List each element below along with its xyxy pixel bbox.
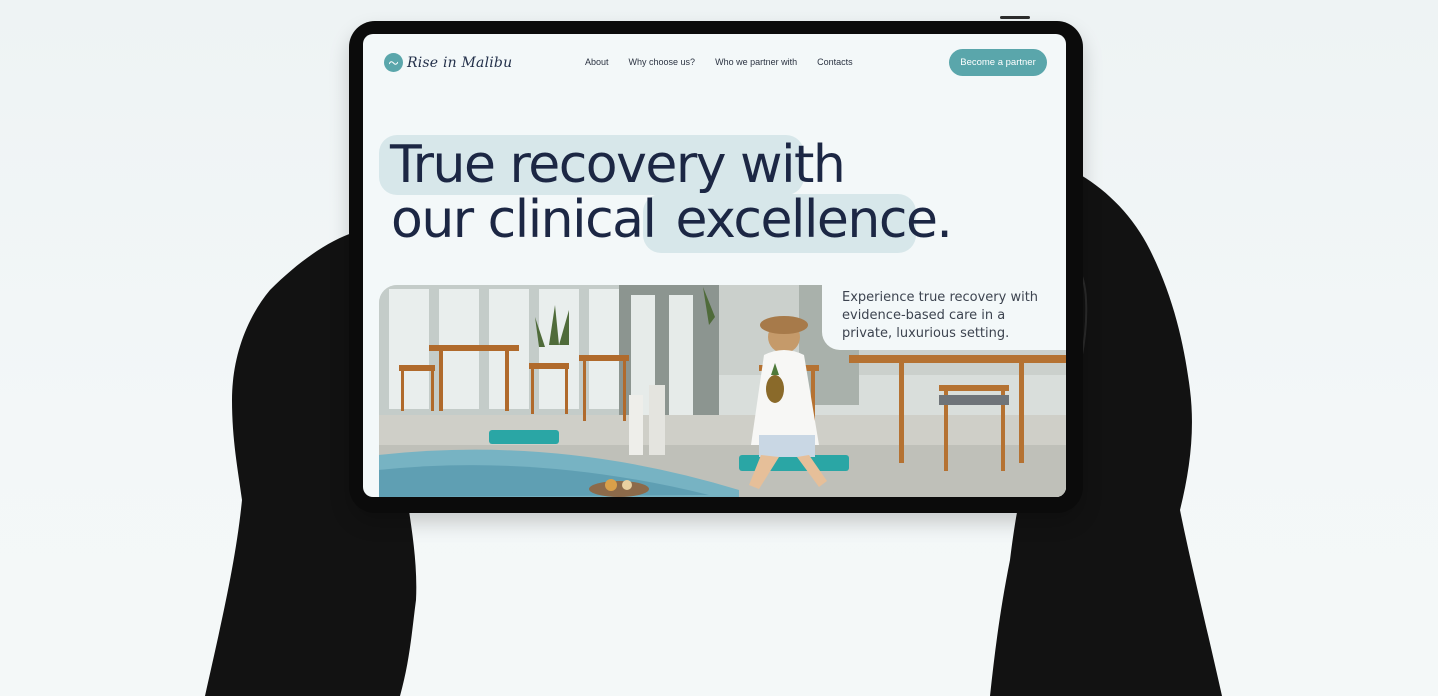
site-logo[interactable]: Rise in Malibu bbox=[384, 53, 512, 72]
headline-line-2: our clinical excellence. bbox=[391, 190, 953, 250]
headline-line-1: True recovery with bbox=[390, 135, 846, 195]
nav-item-contacts[interactable]: Contacts bbox=[817, 57, 853, 67]
headline-line-2-part-2: excellence. bbox=[675, 190, 952, 250]
main-nav: About Why choose us? Who we partner with… bbox=[585, 57, 853, 67]
tablet-screen: Rise in Malibu About Why choose us? Who … bbox=[363, 34, 1066, 497]
nav-item-about[interactable]: About bbox=[585, 57, 609, 67]
logo-mark-icon bbox=[384, 53, 403, 72]
hero-caption: Experience true recovery with evidence-b… bbox=[842, 290, 1039, 341]
nav-item-why-choose-us[interactable]: Why choose us? bbox=[629, 57, 696, 67]
headline-line-2-part-1: our clinical bbox=[391, 190, 657, 250]
logo-text: Rise in Malibu bbox=[407, 54, 513, 71]
tablet-power-button bbox=[1000, 16, 1030, 19]
become-partner-button[interactable]: Become a partner bbox=[949, 49, 1047, 76]
nav-item-who-we-partner-with[interactable]: Who we partner with bbox=[715, 57, 797, 67]
mockup-stage: Rise in Malibu About Why choose us? Who … bbox=[0, 0, 1438, 696]
